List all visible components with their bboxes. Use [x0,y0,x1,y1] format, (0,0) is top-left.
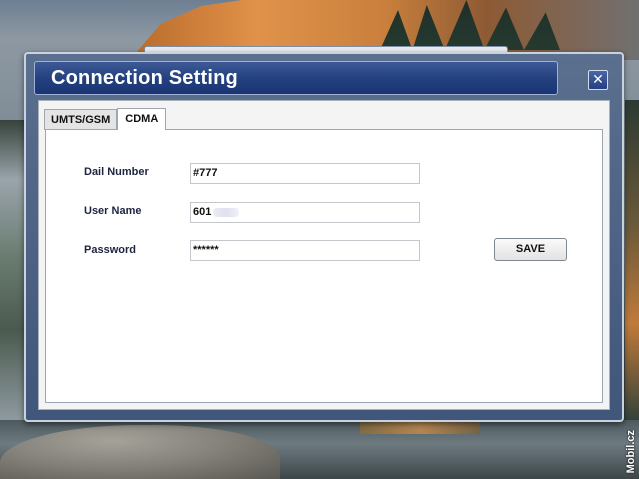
save-button[interactable]: SAVE [494,238,567,261]
password-field[interactable]: ****** [190,240,420,261]
dialog-title: Connection Setting [51,67,238,89]
wallpaper-reflection [360,420,480,434]
password-label: Password [84,244,136,256]
dial-number-label: Dail Number [84,166,149,178]
dial-number-value: #777 [193,167,218,179]
settings-panel: UMTS/GSM CDMA Dail Number #777 User Name… [38,100,610,410]
wallpaper-right-edge [625,100,639,420]
tab-umts-gsm[interactable]: UMTS/GSM [44,109,118,130]
connection-setting-dialog: Connection Setting ✕ UMTS/GSM CDMA Dail … [24,52,624,422]
password-value: ****** [193,244,219,256]
tab-cdma[interactable]: CDMA [117,108,167,130]
wallpaper-left-edge [0,120,26,420]
cdma-tab-content: Dail Number #777 User Name 601 Password … [45,129,603,403]
tab-strip: UMTS/GSM CDMA [44,108,167,130]
dialog-titlebar[interactable]: Connection Setting [34,61,558,95]
close-button[interactable]: ✕ [588,70,608,90]
user-name-value: 601 [193,206,212,218]
user-name-label: User Name [84,205,142,217]
user-name-field[interactable]: 601 [190,202,420,223]
close-icon: ✕ [592,72,604,88]
redacted-text [213,207,240,217]
dial-number-field[interactable]: #777 [190,163,420,184]
watermark: Mobil.cz [625,430,637,474]
